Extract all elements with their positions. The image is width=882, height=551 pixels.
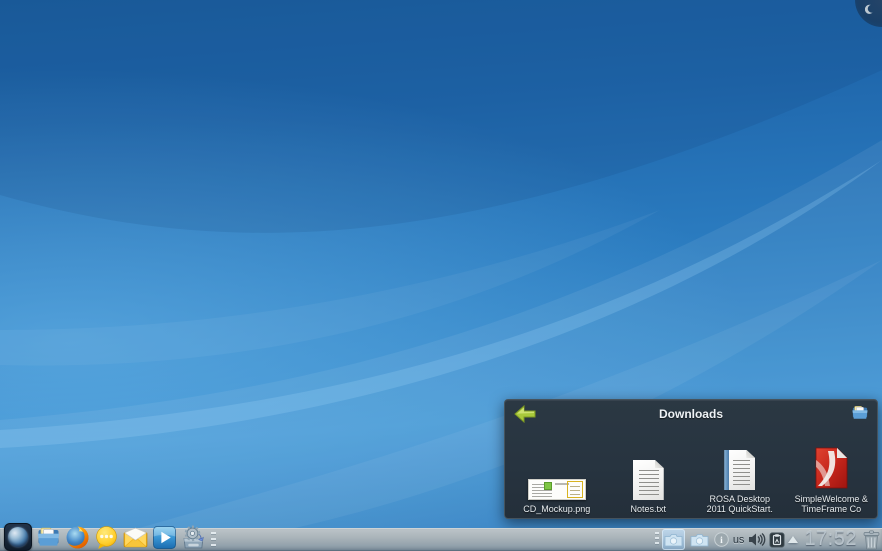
software-updater-icon[interactable] <box>181 525 206 550</box>
file-label: ROSA Desktop 2011 QuickStart. <box>703 494 777 514</box>
panel-separator <box>211 532 216 548</box>
expand-tray-arrow-icon[interactable] <box>788 536 798 543</box>
image-thumbnail <box>528 479 586 500</box>
rosa-menu-button[interactable] <box>4 523 32 551</box>
volume-icon[interactable] <box>748 532 766 547</box>
mail-envelope-icon[interactable] <box>123 525 148 550</box>
system-tray: i us 17:52 <box>652 528 880 551</box>
clock[interactable]: 17:52 <box>801 528 860 551</box>
pdf-red-icon <box>814 446 849 490</box>
camera-device-button-2[interactable] <box>688 529 711 550</box>
camera-device-icon <box>664 533 683 547</box>
file-item-simplewelcome[interactable]: SimpleWelcome & TimeFrame Co <box>786 430 878 516</box>
folder-icon[interactable] <box>851 405 869 421</box>
document-blue-stripe-icon <box>724 450 755 490</box>
downloads-popup: Downloads CD_Mockup.png Notes.txt <box>504 399 878 519</box>
firefox-icon[interactable] <box>65 525 90 550</box>
file-label: CD_Mockup.png <box>523 504 590 514</box>
taskbar-launchers <box>2 521 219 551</box>
file-item-rosa-quickstart[interactable]: ROSA Desktop 2011 QuickStart. <box>694 430 786 516</box>
trash-icon[interactable] <box>863 530 880 550</box>
messenger-bubble-icon[interactable] <box>94 525 119 550</box>
file-manager-folder-icon[interactable] <box>36 525 61 550</box>
svg-text:i: i <box>720 536 723 546</box>
media-player-icon[interactable] <box>152 525 177 550</box>
tray-separator <box>655 532 659 547</box>
klipper-icon[interactable] <box>769 532 785 548</box>
camera-device-button-1[interactable] <box>662 529 685 550</box>
plasma-cashew-icon <box>865 4 876 15</box>
popup-header: Downloads <box>505 400 877 429</box>
info-icon[interactable]: i <box>714 532 729 547</box>
file-item-notes[interactable]: Notes.txt <box>603 430 695 516</box>
file-item-cd-mockup[interactable]: CD_Mockup.png <box>511 430 603 516</box>
popup-title: Downloads <box>505 407 877 421</box>
camera-device-icon <box>690 533 709 547</box>
file-list: CD_Mockup.png Notes.txt ROSA Desktop 201… <box>511 430 877 516</box>
file-label: SimpleWelcome & TimeFrame Co <box>794 494 868 514</box>
file-label: Notes.txt <box>630 504 666 514</box>
rosa-menu-orb-icon <box>8 527 28 547</box>
keyboard-layout-indicator[interactable]: us <box>732 534 746 546</box>
text-document-icon <box>633 460 664 500</box>
